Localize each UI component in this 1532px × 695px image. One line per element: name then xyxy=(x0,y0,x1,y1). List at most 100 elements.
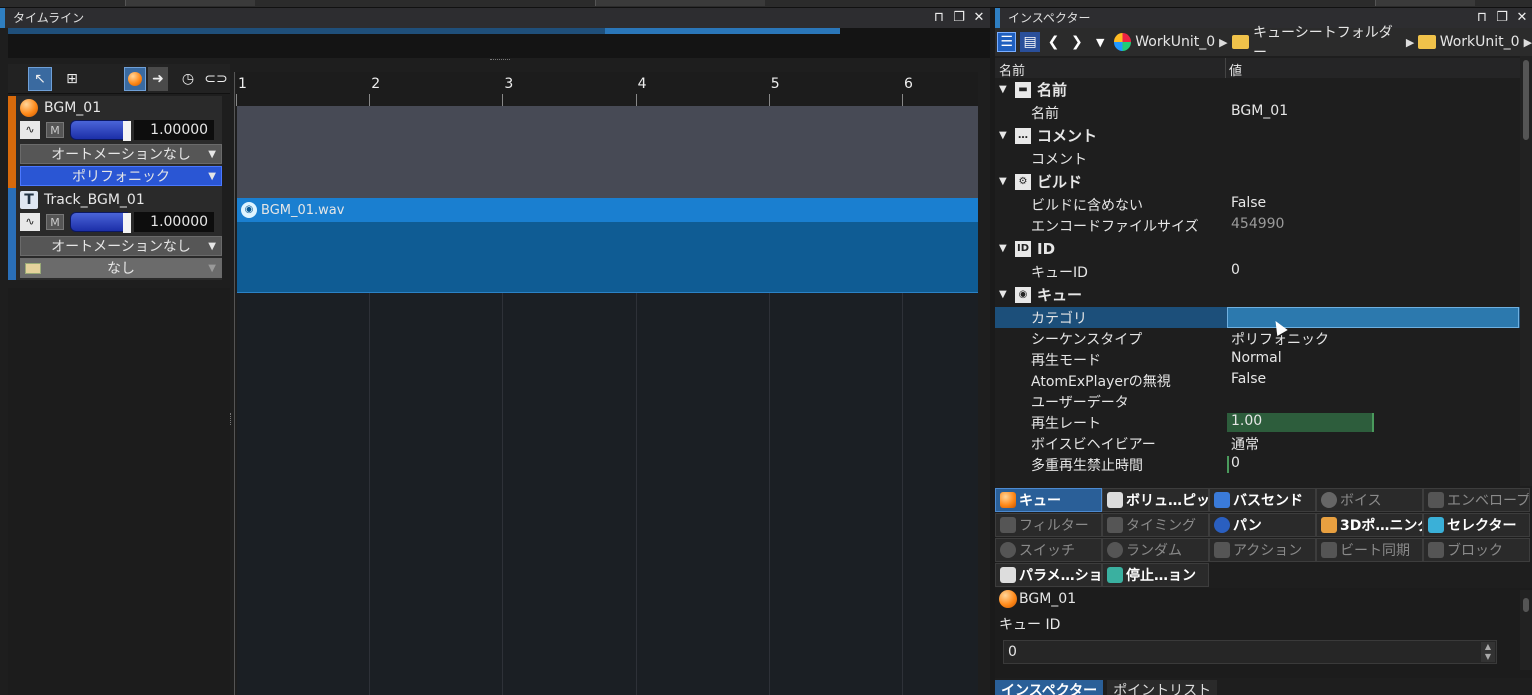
pin-icon[interactable]: ⊓ xyxy=(932,10,946,26)
cue-view-icon[interactable]: ▤ xyxy=(1020,32,1040,52)
timeline-overview[interactable] xyxy=(8,28,990,58)
breadcrumb-item[interactable]: WorkUnit_0 xyxy=(1135,34,1215,50)
maximize-icon[interactable]: ❐ xyxy=(1495,10,1509,26)
timeline-grid[interactable]: ◉ BGM_01.wav xyxy=(237,106,978,695)
tab-stop-action[interactable]: 停止…ョン xyxy=(1102,563,1209,587)
track-list-empty-area[interactable] xyxy=(8,288,230,695)
back-icon[interactable]: ❮ xyxy=(1044,32,1063,52)
section-comment[interactable]: ▼ … コメント xyxy=(995,124,1520,147)
tab-beat-sync[interactable]: ビート同期 xyxy=(1316,538,1423,562)
orb-toggle-button[interactable] xyxy=(124,67,146,91)
splitter-grip[interactable] xyxy=(490,59,510,63)
property-row[interactable]: 名前 BGM_01 xyxy=(995,102,1520,123)
property-row[interactable]: ボイスビヘイビアー 通常 xyxy=(995,433,1520,454)
track-bgm[interactable]: BGM_01 ∿ M 1.00000 オートメーションなし ▼ ポリフォニック … xyxy=(8,96,222,188)
tab-timing[interactable]: タイミング xyxy=(1102,513,1209,537)
forward-icon[interactable]: ❯ xyxy=(1067,32,1086,52)
property-value[interactable]: False xyxy=(1231,371,1266,387)
breadcrumb-separator-icon[interactable]: ▶ xyxy=(1524,36,1532,49)
tab-action[interactable]: アクション xyxy=(1209,538,1316,562)
time-ruler[interactable]: 1 2 3 4 5 6 xyxy=(236,72,978,106)
spin-buttons-icon[interactable]: ▲ ▼ xyxy=(1481,642,1495,662)
collapse-icon[interactable]: ▼ xyxy=(999,243,1009,254)
property-row[interactable]: 多重再生禁止時間 0 xyxy=(995,454,1520,475)
scrollbar-thumb[interactable] xyxy=(1523,60,1529,140)
property-row[interactable]: ビルドに含めない False xyxy=(995,194,1520,215)
section-cue[interactable]: ▼ ◉ キュー xyxy=(995,283,1520,306)
waveform-icon[interactable]: ∿ xyxy=(20,121,40,139)
column-name-header[interactable]: 名前 xyxy=(999,60,1025,79)
automation-dropdown[interactable]: オートメーションなし ▼ xyxy=(20,236,222,256)
property-value[interactable]: False xyxy=(1231,195,1266,211)
summary-scrollbar[interactable] xyxy=(1520,590,1532,670)
breadcrumb-item[interactable]: キューシートフォルダー xyxy=(1253,22,1402,62)
close-icon[interactable]: ✕ xyxy=(1515,10,1529,26)
volume-slider[interactable] xyxy=(70,120,132,141)
slider-marker[interactable] xyxy=(1227,456,1229,473)
tab-selector[interactable]: セレクター xyxy=(1423,513,1530,537)
property-row[interactable]: 再生モード Normal xyxy=(995,349,1520,370)
breadcrumb-separator-icon[interactable]: ▶ xyxy=(1406,36,1414,49)
property-value[interactable]: 0 xyxy=(1231,455,1240,471)
pin-icon[interactable]: ⊓ xyxy=(1475,10,1489,26)
property-value[interactable]: 1.00 xyxy=(1231,413,1262,429)
tab-random[interactable]: ランダム xyxy=(1102,538,1209,562)
link-button[interactable]: ⊂⊃ xyxy=(204,67,228,91)
track-name[interactable]: BGM_01 xyxy=(44,100,101,116)
tab-parameter-automation[interactable]: パラメ…ション xyxy=(995,563,1102,587)
section-id[interactable]: ▼ ID ID xyxy=(995,237,1520,260)
close-icon[interactable]: ✕ xyxy=(972,10,986,26)
tab-cue[interactable]: キュー xyxy=(995,488,1102,512)
tab-3d-positioning[interactable]: 3Dポ…ニング xyxy=(1316,513,1423,537)
list-view-icon[interactable]: ☰ xyxy=(997,32,1017,52)
tab-envelope[interactable]: エンベロープ xyxy=(1423,488,1530,512)
cue-id-input[interactable]: 0 xyxy=(1003,640,1497,664)
property-row[interactable]: ユーザーデータ xyxy=(995,391,1520,412)
column-value-header[interactable]: 値 xyxy=(1229,60,1242,79)
range-tool-button[interactable]: ⊞ xyxy=(60,67,84,91)
maximize-icon[interactable]: ❐ xyxy=(952,10,966,26)
mode-dropdown[interactable]: なし ▼ xyxy=(20,258,222,278)
mute-button[interactable]: M xyxy=(46,214,64,230)
section-build[interactable]: ▼ ⚙ ビルド xyxy=(995,170,1520,193)
waveform-clip-body[interactable] xyxy=(237,222,978,293)
tab-bus-send[interactable]: バスセンド xyxy=(1209,488,1316,512)
inspector-scrollbar[interactable] xyxy=(1520,56,1532,486)
tab-inspector[interactable]: インスペクター xyxy=(995,680,1104,695)
tab-switch[interactable]: スイッチ xyxy=(995,538,1102,562)
property-value[interactable]: BGM_01 xyxy=(1231,103,1288,119)
tab-voice[interactable]: ボイス xyxy=(1316,488,1423,512)
mute-button[interactable]: M xyxy=(46,122,64,138)
tab-volume-pitch[interactable]: ボリュ…ピッチ xyxy=(1102,488,1209,512)
property-row[interactable]: エンコードファイルサイズ 454990 xyxy=(995,215,1520,236)
collapse-icon[interactable]: ▼ xyxy=(999,130,1009,141)
track-name[interactable]: Track_BGM_01 xyxy=(44,192,145,208)
tab-point-list[interactable]: ポイントリスト xyxy=(1107,680,1218,695)
waveform-icon[interactable]: ∿ xyxy=(20,213,40,231)
tab-pan[interactable]: パン xyxy=(1209,513,1316,537)
column-divider[interactable] xyxy=(1225,58,1226,78)
overview-viewport-bar[interactable] xyxy=(605,28,840,34)
collapse-icon[interactable]: ▼ xyxy=(999,176,1009,187)
property-value[interactable]: 通常 xyxy=(1231,434,1259,454)
mode-dropdown[interactable]: ポリフォニック ▼ xyxy=(20,166,222,186)
volume-value[interactable]: 1.00000 xyxy=(134,120,215,140)
tab-filter[interactable]: フィルター xyxy=(995,513,1102,537)
track-lane[interactable] xyxy=(237,106,978,198)
volume-knob[interactable] xyxy=(123,213,132,233)
tab-block[interactable]: ブロック xyxy=(1423,538,1530,562)
playhead-line[interactable] xyxy=(234,72,235,695)
waveform-clip[interactable]: ◉ BGM_01.wav xyxy=(237,198,978,222)
property-value[interactable]: Normal xyxy=(1231,350,1282,366)
scrollbar-thumb[interactable] xyxy=(1523,598,1529,612)
collapse-icon[interactable]: ▼ xyxy=(999,84,1009,95)
property-row[interactable]: コメント xyxy=(995,148,1520,169)
section-name[interactable]: ▼ ▬ 名前 xyxy=(995,78,1520,101)
collapse-icon[interactable]: ▼ xyxy=(999,289,1009,300)
volume-value[interactable]: 1.00000 xyxy=(134,212,215,232)
property-value[interactable]: 0 xyxy=(1231,262,1240,278)
export-button[interactable]: ➜ xyxy=(148,67,168,91)
breadcrumb-item[interactable]: WorkUnit_0 xyxy=(1440,34,1520,50)
chevron-down-icon[interactable]: ▼ xyxy=(1091,32,1110,52)
property-row[interactable]: キューID 0 xyxy=(995,261,1520,282)
